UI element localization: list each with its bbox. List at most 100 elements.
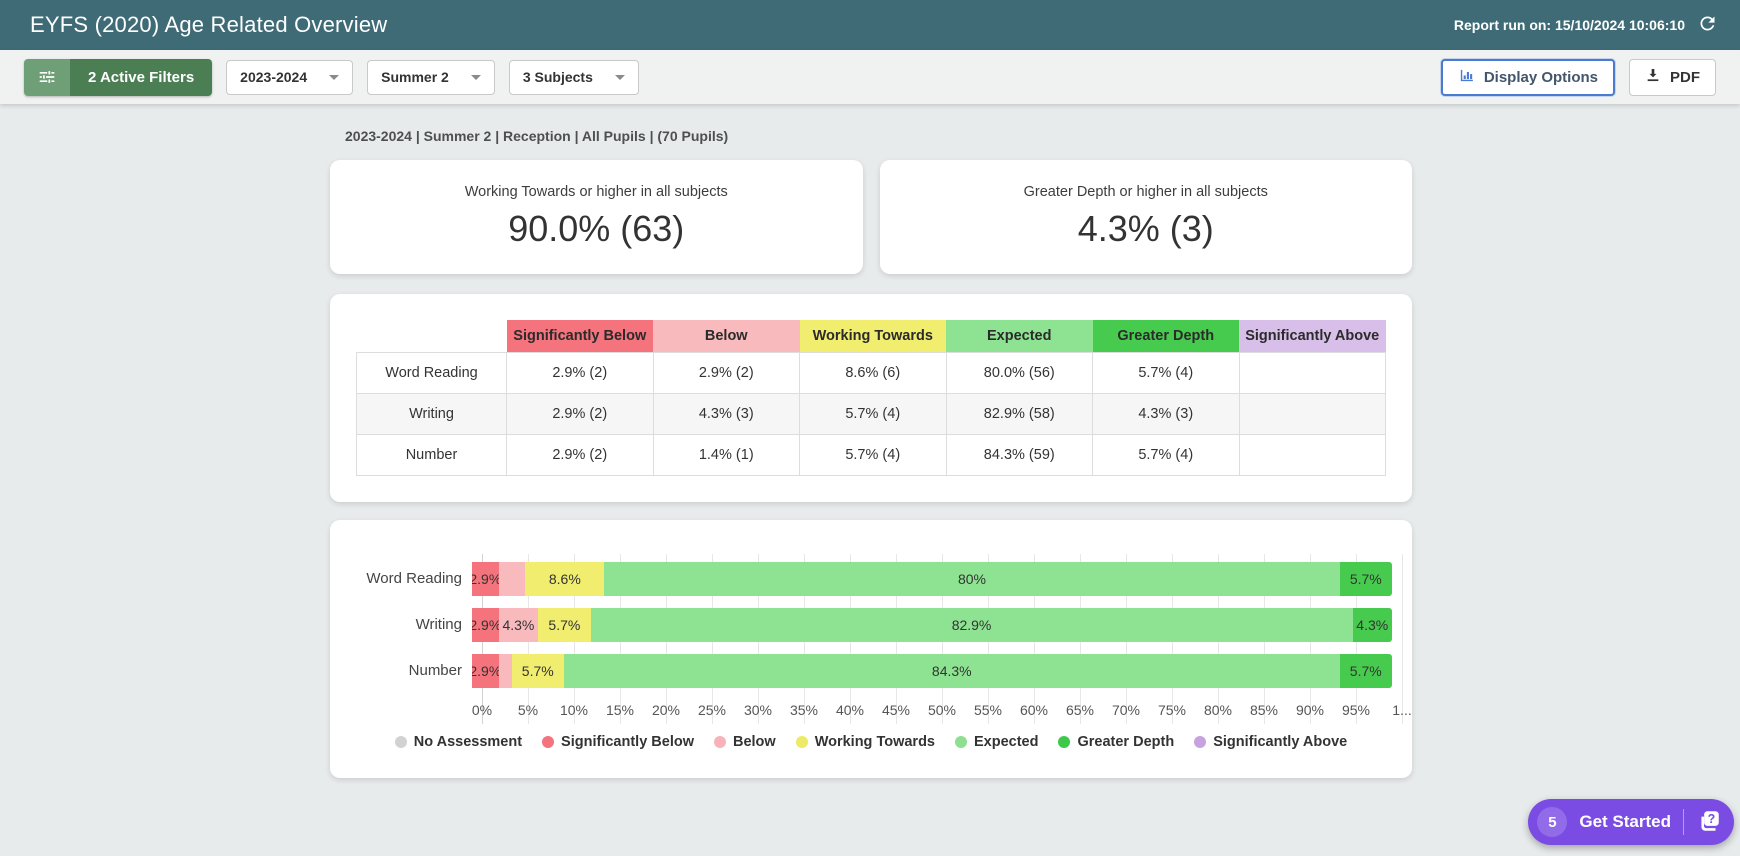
display-options-button[interactable]: Display Options <box>1441 59 1615 96</box>
bar-segment-significantly-below: 2.9% <box>472 654 499 688</box>
legend-label: Working Towards <box>815 734 935 750</box>
axis-tick-label: 5% <box>518 702 538 718</box>
axis-tick-label: 45% <box>882 702 910 718</box>
table-cell: 2.9% (2) <box>507 352 654 393</box>
axis-tick-label: 50% <box>928 702 956 718</box>
bar-segment-value: 2.9% <box>472 663 501 679</box>
bar-segment-working-towards: 5.7% <box>538 608 590 642</box>
legend-item-greater-depth: Greater Depth <box>1058 734 1174 750</box>
chart-x-axis: 0%5%10%15%20%25%30%35%40%45%50%55%60%65%… <box>482 698 1402 720</box>
sliders-filter-icon <box>24 59 70 96</box>
table-column-header-below: Below <box>653 320 800 352</box>
axis-tick-label: 95% <box>1342 702 1370 718</box>
year-dropdown[interactable]: 2023-2024 <box>226 60 353 95</box>
table-cell: 5.7% (4) <box>1093 434 1240 475</box>
legend-dot <box>395 736 407 748</box>
bar-segment-value: 5.7% <box>1350 571 1382 587</box>
chart-bar-track: 2.9% 5.7% 84.3% 5.7% <box>472 654 1392 688</box>
get-started-label: Get Started <box>1579 812 1671 832</box>
term-dropdown-value: Summer 2 <box>381 69 449 85</box>
bar-segment-significantly-below: 2.9% <box>472 608 499 642</box>
bar-segment-value: 82.9% <box>952 617 992 633</box>
subjects-dropdown-value: 3 Subjects <box>523 69 593 85</box>
pdf-label: PDF <box>1670 69 1700 86</box>
summary-card-label: Greater Depth or higher in all subjects <box>1024 184 1268 200</box>
table-column-header-significantly-above: Significantly Above <box>1239 320 1386 352</box>
axis-tick-label: 10% <box>560 702 588 718</box>
bar-segment-value: 4.3% <box>502 617 534 633</box>
bar-segment-expected: 80% <box>604 562 1339 596</box>
legend-dot <box>1194 736 1206 748</box>
table-cell: 8.6% (6) <box>800 352 947 393</box>
axis-tick-label: 0% <box>472 702 492 718</box>
table-cell <box>1239 393 1386 434</box>
get-started-button[interactable]: 5 Get Started ? <box>1528 799 1734 845</box>
table-cell: 5.7% (4) <box>800 393 947 434</box>
table-row: Writing2.9% (2)4.3% (3)5.7% (4)82.9% (58… <box>357 393 1386 434</box>
chart-bar-row: Writing2.9%4.3%5.7%82.9%4.3% <box>356 608 1402 642</box>
chevron-down-icon <box>471 75 481 80</box>
axis-tick-label: 90% <box>1296 702 1324 718</box>
summary-card-label: Working Towards or higher in all subject… <box>465 184 728 200</box>
legend-label: Significantly Above <box>1213 734 1347 750</box>
bar-segment-below: 4.3% <box>499 608 539 642</box>
axis-tick-label: 15% <box>606 702 634 718</box>
chart-legend: No Assessment Significantly Below Below Wor… <box>356 734 1386 750</box>
table-row-label: Word Reading <box>357 352 507 393</box>
summary-card-greater-depth: Greater Depth or higher in all subjects … <box>880 160 1413 274</box>
table-cell <box>1239 352 1386 393</box>
app-header: EYFS (2020) Age Related Overview Report … <box>0 0 1740 50</box>
legend-label: Expected <box>974 734 1038 750</box>
axis-tick-label: 1... <box>1392 702 1411 718</box>
legend-item-significantly-above: Significantly Above <box>1194 734 1347 750</box>
bar-segment-greater-depth: 5.7% <box>1340 562 1392 596</box>
summary-card-value: 4.3% (3) <box>1078 208 1214 250</box>
refresh-button[interactable] <box>1697 13 1718 37</box>
display-options-label: Display Options <box>1484 69 1598 86</box>
chevron-down-icon <box>615 75 625 80</box>
axis-tick-label: 85% <box>1250 702 1278 718</box>
summary-card-working-towards: Working Towards or higher in all subject… <box>330 160 863 274</box>
axis-tick-label: 35% <box>790 702 818 718</box>
legend-item-no-assessment: No Assessment <box>395 734 522 750</box>
bar-segment-expected: 84.3% <box>564 654 1340 688</box>
table-cell <box>1239 434 1386 475</box>
bar-segment-value: 5.7% <box>522 663 554 679</box>
bar-segment-working-towards: 8.6% <box>525 562 604 596</box>
bar-segment-expected: 82.9% <box>591 608 1353 642</box>
help-icon[interactable]: ? <box>1696 808 1722 837</box>
filter-toolbar: 2 Active Filters 2023-2024 Summer 2 3 Su… <box>0 50 1740 104</box>
bar-segment-significantly-below: 2.9% <box>472 562 499 596</box>
table-row: Number2.9% (2)1.4% (1)5.7% (4)84.3% (59)… <box>357 434 1386 475</box>
axis-tick-label: 25% <box>698 702 726 718</box>
legend-dot <box>955 736 967 748</box>
table-body: Word Reading2.9% (2)2.9% (2)8.6% (6)80.0… <box>357 352 1386 475</box>
table-column-header-significantly-below: Significantly Below <box>507 320 654 352</box>
bar-segment-value: 5.7% <box>1350 663 1382 679</box>
legend-label: Significantly Below <box>561 734 694 750</box>
table-row-label: Writing <box>357 393 507 434</box>
legend-label: Below <box>733 734 776 750</box>
chevron-down-icon <box>329 75 339 80</box>
bar-segment-value: 2.9% <box>472 617 501 633</box>
legend-dot <box>542 736 554 748</box>
download-icon <box>1645 67 1661 87</box>
subjects-dropdown[interactable]: 3 Subjects <box>509 60 639 95</box>
bar-segment-greater-depth: 4.3% <box>1353 608 1393 642</box>
chart-bar-row: Number2.9%5.7%84.3%5.7% <box>356 654 1402 688</box>
report-run-timestamp: Report run on: 15/10/2024 10:06:10 <box>1454 17 1685 33</box>
table-cell: 2.9% (2) <box>507 434 654 475</box>
bar-segment-value: 80% <box>958 571 986 587</box>
axis-tick-label: 60% <box>1020 702 1048 718</box>
pdf-export-button[interactable]: PDF <box>1629 59 1716 96</box>
table-row-label: Number <box>357 434 507 475</box>
bar-segment-value: 5.7% <box>548 617 580 633</box>
chart-bar-row: Word Reading2.9%8.6%80%5.7% <box>356 562 1402 596</box>
table-cell: 4.3% (3) <box>1093 393 1240 434</box>
legend-item-working-towards: Working Towards <box>796 734 935 750</box>
bar-segment-value: 2.9% <box>472 571 501 587</box>
active-filters-button[interactable]: 2 Active Filters <box>24 59 212 96</box>
legend-dot <box>714 736 726 748</box>
term-dropdown[interactable]: Summer 2 <box>367 60 495 95</box>
legend-label: No Assessment <box>414 734 522 750</box>
